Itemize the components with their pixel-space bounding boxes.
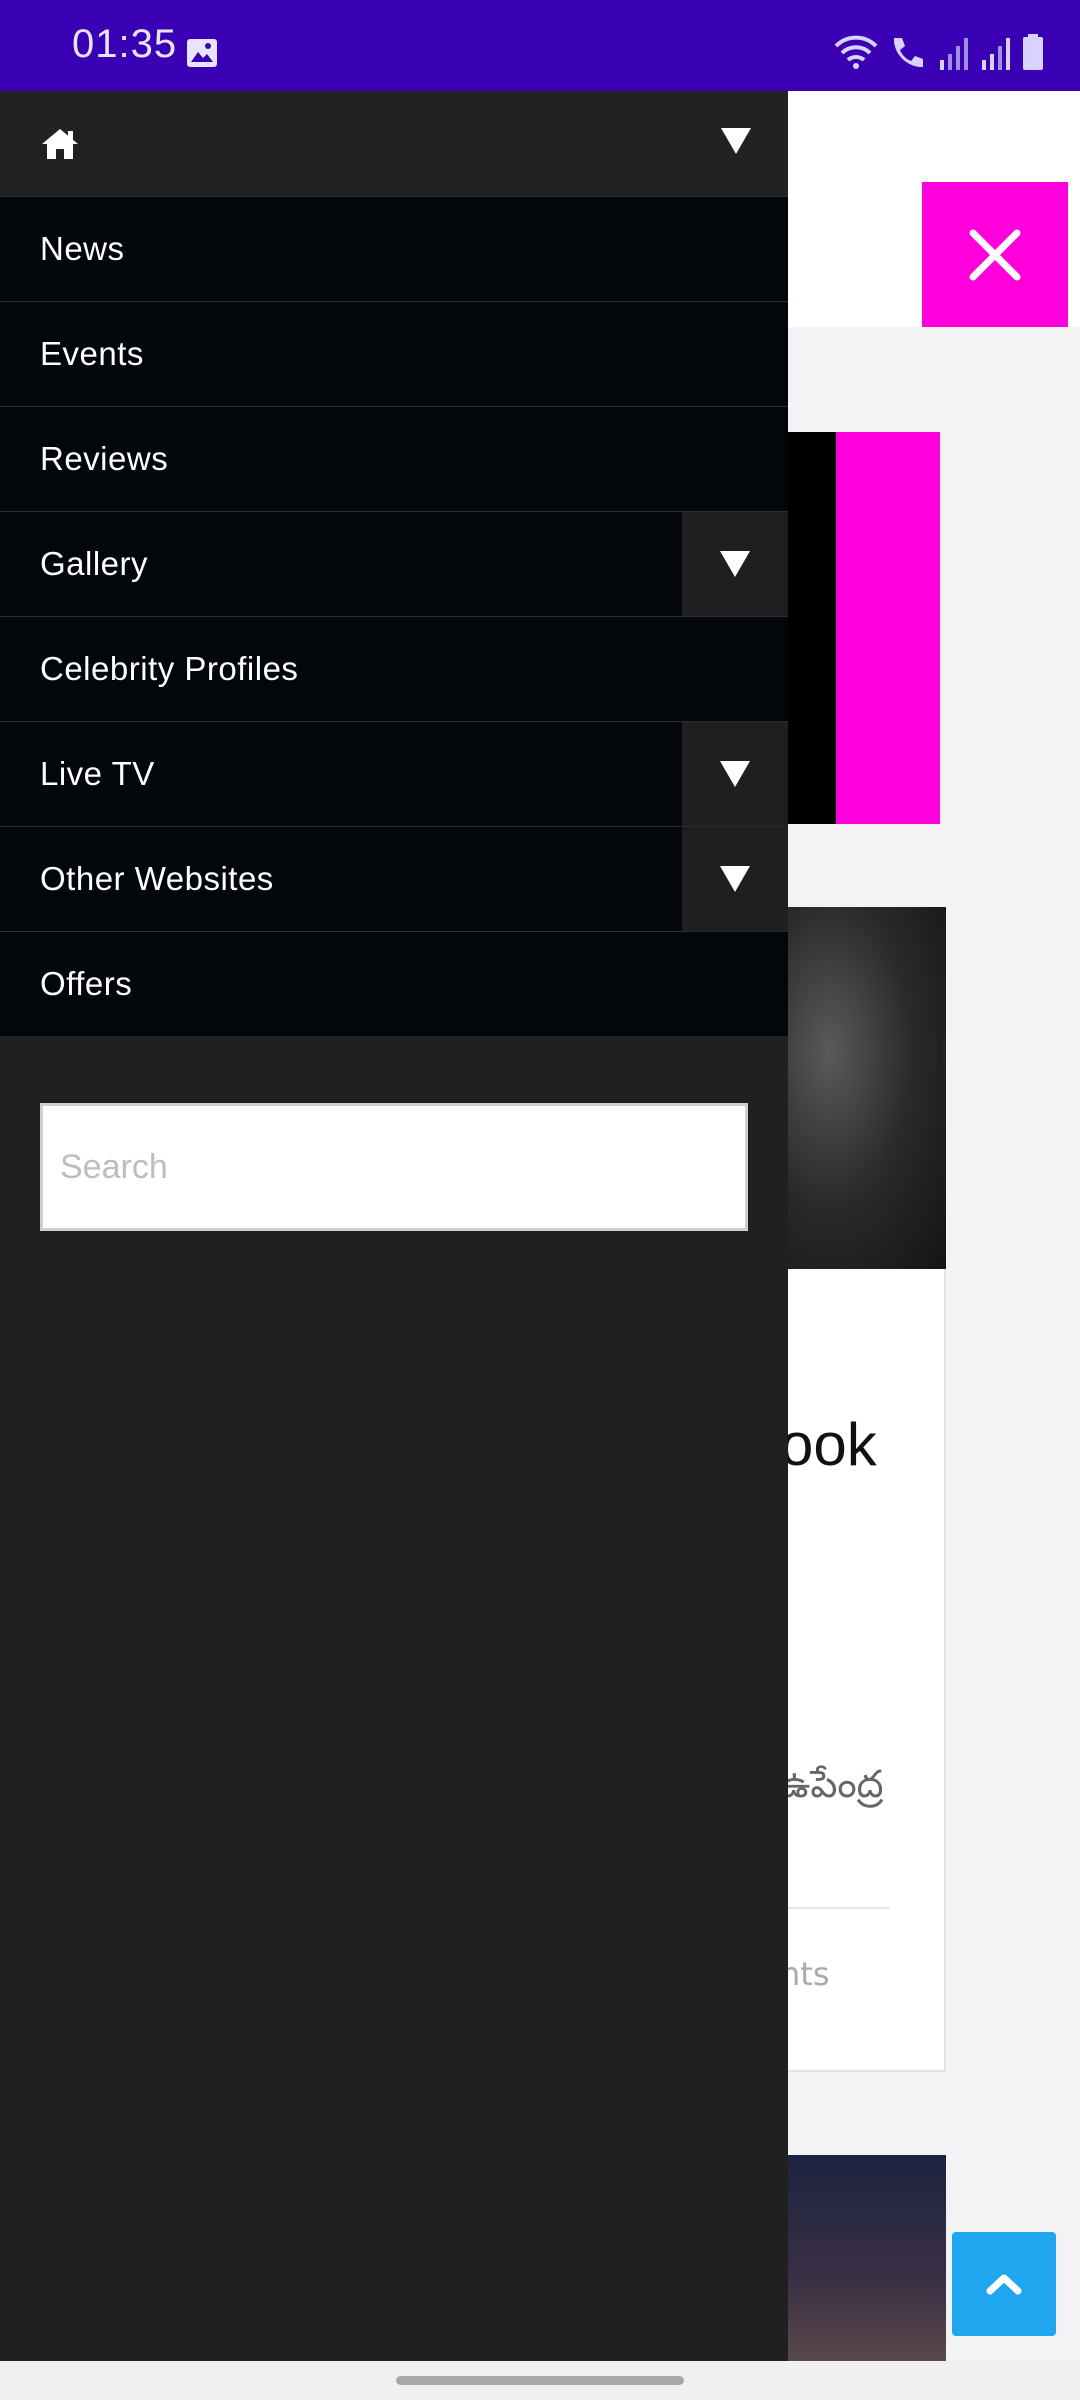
triangle-down-icon [720, 551, 750, 577]
signal-icon [940, 38, 968, 70]
menu-item-reviews[interactable]: Reviews [0, 406, 788, 511]
menu-item-other-websites[interactable]: Other Websites [0, 826, 788, 931]
article-title[interactable]: ook [780, 1410, 877, 1479]
menu-item-label: News [40, 230, 125, 267]
card-divider [780, 1907, 890, 1909]
ad-banner[interactable] [780, 432, 836, 824]
menu-item-label: Events [40, 335, 144, 372]
close-menu-button[interactable] [922, 182, 1068, 327]
search-input[interactable] [40, 1103, 748, 1231]
other-websites-submenu-toggle[interactable] [682, 827, 788, 931]
gallery-submenu-toggle[interactable] [682, 512, 788, 616]
submenu-toggle-icon[interactable] [720, 127, 752, 155]
status-bar: 01:35 [0, 0, 1080, 91]
menu-item-gallery[interactable]: Gallery [0, 511, 788, 616]
menu-item-news[interactable]: News [0, 196, 788, 301]
menu-item-offers[interactable]: Offers [0, 931, 788, 1036]
menu-item-label: Live TV [40, 755, 155, 792]
menu-item-home[interactable] [0, 91, 788, 196]
menu-item-label: Celebrity Profiles [40, 650, 299, 687]
home-indicator[interactable] [396, 2376, 684, 2385]
menu-item-celebrity-profiles[interactable]: Celebrity Profiles [0, 616, 788, 721]
navigation-drawer: News Events Reviews Gallery Celebrity Pr… [0, 91, 788, 2361]
triangle-down-icon [720, 761, 750, 787]
status-time: 01:35 [72, 22, 178, 66]
article-image[interactable] [780, 2155, 946, 2365]
menu-item-label: Offers [40, 965, 133, 1002]
search-container [0, 1036, 788, 1231]
live-tv-submenu-toggle[interactable] [682, 722, 788, 826]
home-icon [42, 128, 78, 159]
menu-item-live-tv[interactable]: Live TV [0, 721, 788, 826]
wifi-icon [834, 35, 878, 69]
triangle-down-icon [720, 866, 750, 892]
ad-banner-accent [836, 432, 940, 824]
menu-item-events[interactable]: Events [0, 301, 788, 406]
scroll-to-top-button[interactable] [952, 2232, 1056, 2336]
signal-icon [982, 38, 1010, 70]
status-icons [834, 30, 1044, 70]
menu-item-label: Reviews [40, 440, 169, 477]
article-excerpt: ఉపేంద్ర [780, 1762, 884, 1806]
screen: 01:35 ook ఉపేంద్ర nts News Events Review… [0, 0, 1080, 2400]
chevron-up-icon [986, 2274, 1022, 2295]
image-icon [187, 39, 217, 67]
article-image[interactable] [780, 907, 946, 1269]
wifi-call-icon [893, 38, 923, 68]
close-icon [969, 229, 1021, 280]
menu-item-label: Other Websites [40, 860, 274, 897]
battery-icon [1023, 34, 1043, 70]
menu-item-label: Gallery [40, 545, 149, 582]
